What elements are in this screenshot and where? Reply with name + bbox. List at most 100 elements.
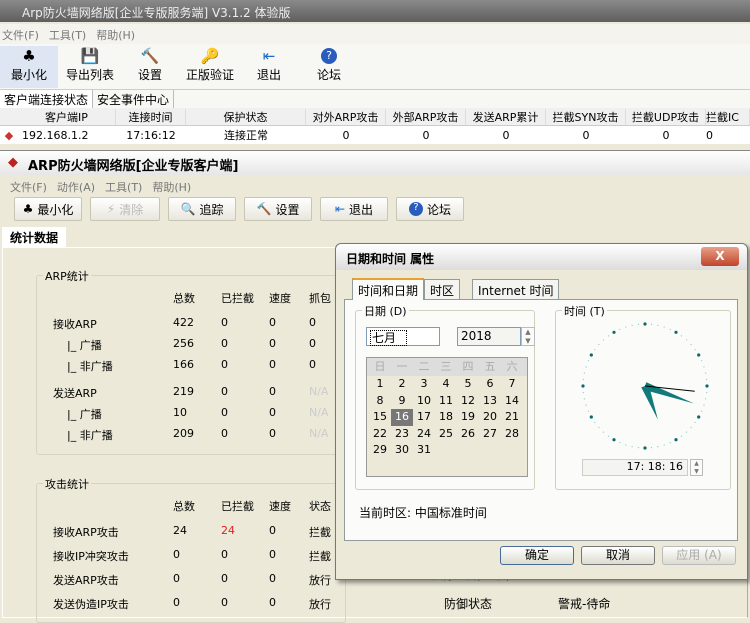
calendar-day[interactable]: 13	[479, 393, 501, 410]
year-spin-arrows[interactable]: ▲ ▼	[521, 327, 535, 346]
menu-tools[interactable]: 工具(T)	[49, 29, 86, 42]
calendar-day[interactable]: 26	[457, 426, 479, 443]
export-list-button[interactable]: 💾 导出列表	[62, 46, 118, 88]
calendar-day[interactable]: 24	[413, 426, 435, 443]
menu-help[interactable]: 帮助(H)	[152, 181, 191, 194]
col[interactable]: 拦截IC	[706, 108, 750, 125]
col[interactable]: 对外ARP攻击	[306, 108, 386, 125]
row-value: 219	[173, 385, 194, 398]
menu-tools[interactable]: 工具(T)	[105, 181, 142, 194]
row-value: 166	[173, 358, 194, 371]
calendar-day[interactable]: 9	[391, 393, 413, 410]
calendar-day[interactable]: 23	[391, 426, 413, 443]
calendar-day[interactable]: 2	[391, 376, 413, 393]
row-label: |_ 非广播	[67, 360, 113, 373]
minimize-button[interactable]: ♣ 最小化	[0, 46, 58, 88]
calendar-day[interactable]: 14	[501, 393, 523, 410]
calendar-day[interactable]: 11	[435, 393, 457, 410]
minimize-icon: ♣	[22, 47, 36, 65]
calendar-day[interactable]: 6	[479, 376, 501, 393]
defense-label: 防御状态	[444, 597, 493, 611]
tab-security-events[interactable]: 安全事件中心	[93, 90, 175, 109]
year-spinner[interactable]: 2018	[457, 327, 521, 346]
month-select[interactable]: 七月	[366, 327, 440, 346]
menu-action[interactable]: 动作(A)	[57, 181, 95, 194]
calendar-day[interactable]: 21	[501, 409, 523, 426]
col-ip[interactable]: 客户端IP	[18, 108, 116, 125]
calendar-day[interactable]: 8	[369, 393, 391, 410]
calendar-day[interactable]: 5	[457, 376, 479, 393]
calendar-day[interactable]: 25	[435, 426, 457, 443]
row-value: 0	[173, 548, 180, 561]
calendar-day[interactable]: 27	[479, 426, 501, 443]
table-row[interactable]: ◆ 192.168.1.2 17:16:12 连接正常 0 0 0 0 0 0	[0, 126, 750, 144]
menu-file[interactable]: 文件(F)	[2, 29, 39, 42]
row-value: 0	[173, 596, 180, 609]
tab-date-time[interactable]: 时间和日期	[352, 278, 425, 300]
cell: 0	[662, 128, 670, 142]
tab-client-status[interactable]: 客户端连接状态	[0, 90, 94, 109]
col-time[interactable]: 连接时间	[116, 108, 186, 125]
tab-internet-time[interactable]: Internet 时间	[472, 279, 560, 299]
minimize-button[interactable]: ♣ 最小化	[14, 197, 82, 221]
time-spin-arrows[interactable]: ▲ ▼	[690, 459, 703, 476]
calendar-day[interactable]: 4	[435, 376, 457, 393]
minimize-icon: ♣	[22, 202, 34, 216]
exit-button[interactable]: ⇤ 退出	[250, 46, 288, 88]
calendar-day[interactable]: 16	[391, 409, 413, 426]
calendar-day[interactable]: 1	[369, 376, 391, 393]
calendar-day[interactable]: 17	[413, 409, 435, 426]
forum-button[interactable]: ? 论坛	[310, 46, 348, 88]
calendar-day[interactable]: 15	[369, 409, 391, 426]
calendar-day[interactable]: 12	[457, 393, 479, 410]
arp-stats-group: ARP统计 总数 已拦截 速度 抓包 接收ARP 422 0 0 0 |_ 广播 256 0 0 0 |_ …	[36, 268, 347, 455]
cancel-button[interactable]: 取消	[581, 546, 655, 565]
row-value: 256	[173, 337, 194, 350]
calendar-day[interactable]: 3	[413, 376, 435, 393]
trace-button[interactable]: 🔍 追踪	[168, 197, 236, 221]
time-input[interactable]: 17: 18: 16	[582, 459, 688, 476]
calendar-day[interactable]: 10	[413, 393, 435, 410]
lightning-icon: ⚡	[106, 202, 116, 216]
col[interactable]: 拦截SYN攻击	[546, 108, 626, 125]
stats-row: |_ 广播 256 0 0 0	[37, 337, 347, 352]
row-label: 接收ARP攻击	[53, 526, 119, 539]
menu-help[interactable]: 帮助(H)	[96, 29, 135, 42]
col[interactable]: 发送ARP累计	[466, 108, 546, 125]
apply-button[interactable]: 应用 (A)	[662, 546, 736, 565]
col[interactable]: 外部ARP攻击	[386, 108, 466, 125]
col-status[interactable]: 保护状态	[186, 108, 306, 125]
col[interactable]: 拦截UDP攻击	[626, 108, 706, 125]
exit-button[interactable]: ⇤ 退出	[320, 197, 388, 221]
tab-timezone[interactable]: 时区	[424, 279, 461, 299]
stats-row: 发送ARP攻击 0 0 0 放行	[37, 572, 347, 587]
menu-file[interactable]: 文件(F)	[10, 181, 47, 194]
ok-button[interactable]: 确定	[500, 546, 574, 565]
weekday-header: 三	[440, 360, 452, 373]
calendar-day[interactable]: 20	[479, 409, 501, 426]
calendar-day[interactable]: 31	[413, 442, 435, 459]
verify-button[interactable]: 🔑 正版验证	[182, 46, 238, 88]
attack-stats-group: 攻击统计 总数 已拦截 速度 状态 接收ARP攻击 24 24 0 拦截 接收IP冲突攻击 0 0 0 拦…	[36, 476, 347, 623]
row-value: 0	[269, 548, 276, 561]
server-menu-bar: 文件(F) 工具(T) 帮助(H)	[0, 24, 750, 44]
table-header: 客户端IP 连接时间 保护状态 对外ARP攻击 外部ARP攻击 发送ARP累计 …	[0, 108, 750, 126]
calendar-day[interactable]: 28	[501, 426, 523, 443]
clear-button[interactable]: ⚡ 清除	[90, 197, 160, 221]
forum-button[interactable]: ? 论坛	[396, 197, 464, 221]
close-button[interactable]: X	[701, 247, 739, 266]
calendar-day[interactable]: 30	[391, 442, 413, 459]
settings-button[interactable]: 🔨 设置	[244, 197, 312, 221]
cell: 17:16:12	[126, 128, 176, 142]
calendar-day[interactable]: 19	[457, 409, 479, 426]
label: 论坛	[426, 202, 451, 217]
tab-statistics[interactable]: 统计数据	[2, 227, 67, 247]
calendar-day[interactable]: 7	[501, 376, 523, 393]
calendar-day[interactable]: 22	[369, 426, 391, 443]
header-row: 总数 已拦截 速度 抓包	[37, 290, 347, 305]
row-value: 24	[221, 524, 235, 537]
label: 退出	[349, 202, 374, 217]
calendar-day[interactable]: 18	[435, 409, 457, 426]
settings-button[interactable]: 🔨 设置	[130, 46, 170, 88]
calendar-day[interactable]: 29	[369, 442, 391, 459]
